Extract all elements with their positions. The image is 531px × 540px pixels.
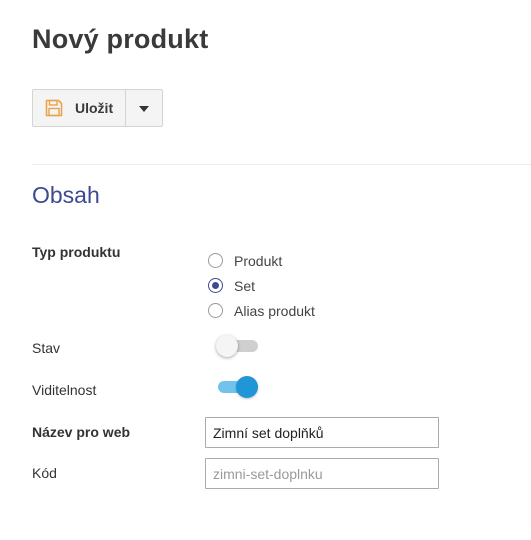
visibility-toggle[interactable] xyxy=(216,375,260,399)
web-name-input[interactable] xyxy=(205,417,439,448)
web-name-label: Název pro web xyxy=(32,424,131,440)
page-title: Nový produkt xyxy=(32,24,209,54)
radio-option-produkt[interactable]: Produkt xyxy=(208,248,315,273)
save-button[interactable]: Uložit xyxy=(33,90,127,126)
radio-label: Alias produkt xyxy=(234,302,315,319)
header-divider xyxy=(32,164,531,165)
save-options-dropdown-button[interactable] xyxy=(126,90,162,126)
status-toggle[interactable] xyxy=(216,334,260,358)
status-label: Stav xyxy=(32,340,61,356)
radio-button[interactable] xyxy=(208,303,223,318)
product-type-radio-group: Produkt Set Alias produkt xyxy=(208,248,315,323)
visibility-label: Viditelnost xyxy=(32,382,97,398)
caret-down-icon xyxy=(139,99,150,117)
radio-label: Set xyxy=(234,277,256,294)
toggle-knob xyxy=(236,376,258,398)
code-input[interactable] xyxy=(205,458,439,489)
radio-label: Produkt xyxy=(234,252,283,269)
radio-button-checked[interactable] xyxy=(208,278,223,293)
radio-option-alias-produkt[interactable]: Alias produkt xyxy=(208,298,315,323)
radio-button[interactable] xyxy=(208,253,223,268)
section-title: Obsah xyxy=(32,182,100,208)
floppy-disk-icon xyxy=(44,98,64,118)
product-type-label: Typ produktu xyxy=(32,244,121,260)
code-label: Kód xyxy=(32,465,57,481)
toolbar: Uložit xyxy=(32,89,164,127)
radio-option-set[interactable]: Set xyxy=(208,273,315,298)
save-button-label: Uložit xyxy=(75,100,114,116)
toggle-knob xyxy=(216,335,238,357)
